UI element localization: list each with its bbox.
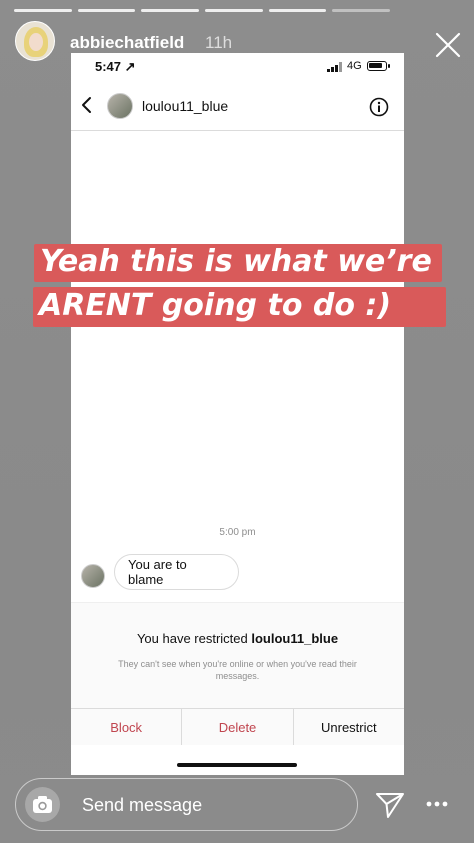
restriction-actions: Block Delete Unrestrict [71,708,404,745]
camera-button[interactable] [25,787,60,822]
info-icon[interactable] [369,97,389,117]
phone-status-bar: 5:47 ↗ 4G [71,53,404,80]
close-icon[interactable] [433,30,463,60]
contact-avatar[interactable] [107,93,133,119]
progress-segment [14,9,72,12]
camera-icon [33,796,52,813]
delete-button[interactable]: Delete [182,709,294,745]
story-caption-line-1: Yeah this is what we’re [34,244,442,282]
progress-segment [141,9,200,12]
restricted-notice: You have restricted loulou11_blue They c… [71,602,404,709]
signal-icon [327,62,342,72]
message-bubble[interactable]: You are to blame [114,554,239,590]
more-options-icon[interactable] [425,798,449,810]
story-viewer: abbiechatfield 11h 5:47 ↗ 4G loulou11_bl… [0,0,474,843]
back-arrow-icon[interactable] [79,96,95,114]
restricted-explanation: They can't see when you're online or whe… [118,659,357,681]
story-progress [14,9,391,12]
progress-segment [205,9,263,12]
progress-segment [332,9,391,12]
send-message-input[interactable]: Send message [15,778,358,831]
screenshot-content: 5:47 ↗ 4G loulou11_blue 5:00 pm You are … [71,53,404,775]
restricted-username: loulou11_blue [251,631,339,646]
send-direct-icon[interactable] [374,789,406,821]
network-label: 4G [347,60,362,72]
contact-name[interactable]: loulou11_blue [142,98,228,114]
restricted-title: You have restricted loulou11_blue [71,631,404,646]
block-button[interactable]: Block [71,709,183,745]
battery-icon [367,61,387,71]
sender-avatar [81,564,105,588]
story-username[interactable]: abbiechatfield [70,33,184,53]
story-caption-line-2: ARENT going to do :) [33,287,446,327]
progress-segment-current [268,9,327,12]
restricted-title-prefix: You have restricted [136,631,252,646]
progress-segment [77,9,136,12]
story-avatar[interactable] [15,21,55,61]
status-clock: 5:47 ↗ [95,59,136,74]
story-time-ago: 11h [205,33,233,52]
home-indicator [177,763,297,767]
unrestrict-button[interactable]: Unrestrict [294,709,404,745]
dm-header: loulou11_blue [71,80,404,131]
message-timestamp: 5:00 pm [219,527,256,538]
send-message-placeholder: Send message [82,795,203,815]
